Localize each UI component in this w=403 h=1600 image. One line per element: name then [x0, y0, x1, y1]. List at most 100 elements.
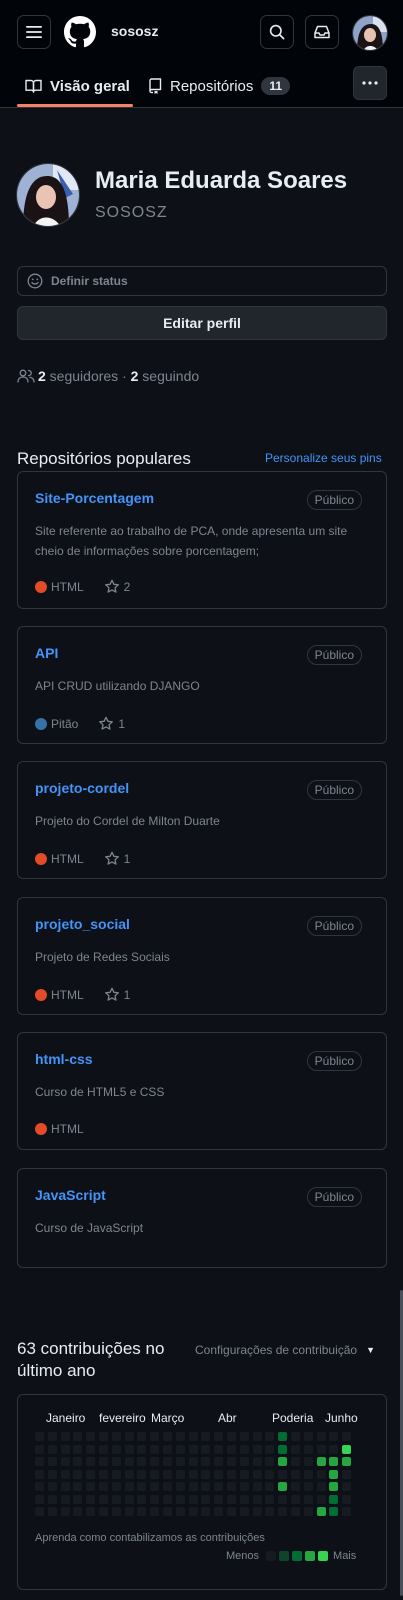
contribution-day-cell[interactable] — [163, 1482, 172, 1491]
contribution-day-cell[interactable] — [317, 1445, 326, 1454]
contribution-day-cell[interactable] — [291, 1457, 300, 1466]
contribution-day-cell[interactable] — [265, 1482, 274, 1491]
contribution-day-cell[interactable] — [176, 1482, 185, 1491]
contribution-day-cell[interactable] — [48, 1432, 57, 1441]
contribution-day-cell[interactable] — [48, 1507, 57, 1516]
contribution-day-cell[interactable] — [189, 1445, 198, 1454]
repo-name-link[interactable]: JavaScript — [35, 1187, 106, 1203]
contribution-day-cell[interactable] — [35, 1495, 44, 1504]
contribution-day-cell[interactable] — [201, 1432, 210, 1441]
contribution-day-cell[interactable] — [163, 1432, 172, 1441]
contribution-day-cell[interactable] — [253, 1507, 262, 1516]
contribution-day-cell[interactable] — [112, 1507, 121, 1516]
following-count[interactable]: 2 — [131, 368, 139, 384]
contribution-day-cell[interactable] — [201, 1495, 210, 1504]
contribution-day-cell[interactable] — [278, 1445, 287, 1454]
contribution-day-cell[interactable] — [125, 1495, 134, 1504]
contribution-day-cell[interactable] — [278, 1507, 287, 1516]
contribution-day-cell[interactable] — [189, 1470, 198, 1479]
contribution-day-cell[interactable] — [61, 1495, 70, 1504]
contribution-day-cell[interactable] — [304, 1445, 313, 1454]
contribution-day-cell[interactable] — [73, 1507, 82, 1516]
customize-pins-link[interactable]: Personalize seus pins — [265, 451, 382, 465]
contribution-day-cell[interactable] — [137, 1495, 146, 1504]
repo-name-link[interactable]: API — [35, 645, 58, 661]
inbox-button[interactable] — [305, 15, 339, 49]
contribution-day-cell[interactable] — [342, 1495, 351, 1504]
contribution-day-cell[interactable] — [227, 1482, 236, 1491]
contribution-day-cell[interactable] — [253, 1457, 262, 1466]
contribution-day-cell[interactable] — [150, 1470, 159, 1479]
profile-avatar[interactable] — [16, 163, 80, 227]
contribution-day-cell[interactable] — [61, 1482, 70, 1491]
contribution-day-cell[interactable] — [48, 1495, 57, 1504]
contribution-day-cell[interactable] — [99, 1457, 108, 1466]
contribution-day-cell[interactable] — [150, 1507, 159, 1516]
more-options-button[interactable] — [353, 66, 387, 100]
contribution-day-cell[interactable] — [304, 1470, 313, 1479]
contribution-day-cell[interactable] — [61, 1457, 70, 1466]
contribution-day-cell[interactable] — [342, 1482, 351, 1491]
contribution-day-cell[interactable] — [240, 1457, 249, 1466]
contribution-day-cell[interactable] — [329, 1457, 338, 1466]
contribution-day-cell[interactable] — [240, 1445, 249, 1454]
contribution-day-cell[interactable] — [73, 1432, 82, 1441]
tab-repositories[interactable]: Repositórios 11 — [148, 64, 291, 108]
contribution-day-cell[interactable] — [214, 1457, 223, 1466]
contribution-day-cell[interactable] — [329, 1482, 338, 1491]
contribution-day-cell[interactable] — [189, 1495, 198, 1504]
menu-button[interactable] — [17, 15, 51, 49]
contribution-day-cell[interactable] — [189, 1457, 198, 1466]
contribution-day-cell[interactable] — [86, 1507, 95, 1516]
contribution-day-cell[interactable] — [291, 1432, 300, 1441]
contribution-day-cell[interactable] — [317, 1432, 326, 1441]
contribution-day-cell[interactable] — [99, 1495, 108, 1504]
contribution-day-cell[interactable] — [342, 1445, 351, 1454]
contribution-day-cell[interactable] — [201, 1482, 210, 1491]
followers-label[interactable]: seguidores · — [46, 368, 131, 384]
contribution-day-cell[interactable] — [61, 1507, 70, 1516]
contribution-day-cell[interactable] — [214, 1432, 223, 1441]
set-status-button[interactable]: Definir status — [17, 266, 387, 296]
contribution-day-cell[interactable] — [329, 1432, 338, 1441]
contribution-day-cell[interactable] — [342, 1432, 351, 1441]
contribution-day-cell[interactable] — [317, 1457, 326, 1466]
contribution-day-cell[interactable] — [35, 1432, 44, 1441]
contribution-day-cell[interactable] — [163, 1457, 172, 1466]
contribution-day-cell[interactable] — [73, 1495, 82, 1504]
contribution-day-cell[interactable] — [125, 1470, 134, 1479]
contribution-day-cell[interactable] — [163, 1507, 172, 1516]
contribution-day-cell[interactable] — [137, 1507, 146, 1516]
contribution-day-cell[interactable] — [137, 1482, 146, 1491]
contribution-day-cell[interactable] — [125, 1432, 134, 1441]
contribution-day-cell[interactable] — [99, 1507, 108, 1516]
contribution-day-cell[interactable] — [342, 1457, 351, 1466]
user-avatar[interactable] — [352, 15, 388, 51]
contribution-day-cell[interactable] — [150, 1432, 159, 1441]
contribution-day-cell[interactable] — [265, 1470, 274, 1479]
repo-name-link[interactable]: Site-Porcentagem — [35, 490, 154, 506]
search-button[interactable] — [260, 15, 294, 49]
contribution-day-cell[interactable] — [253, 1470, 262, 1479]
contribution-day-cell[interactable] — [278, 1432, 287, 1441]
contribution-day-cell[interactable] — [227, 1445, 236, 1454]
contribution-day-cell[interactable] — [304, 1482, 313, 1491]
contribution-day-cell[interactable] — [304, 1495, 313, 1504]
contribution-day-cell[interactable] — [86, 1495, 95, 1504]
contribution-day-cell[interactable] — [240, 1432, 249, 1441]
contribution-day-cell[interactable] — [163, 1470, 172, 1479]
contribution-day-cell[interactable] — [73, 1445, 82, 1454]
contribution-day-cell[interactable] — [176, 1495, 185, 1504]
contribution-day-cell[interactable] — [125, 1445, 134, 1454]
contribution-day-cell[interactable] — [214, 1482, 223, 1491]
contribution-day-cell[interactable] — [99, 1482, 108, 1491]
contribution-day-cell[interactable] — [227, 1495, 236, 1504]
contribution-day-cell[interactable] — [86, 1432, 95, 1441]
contribution-day-cell[interactable] — [291, 1445, 300, 1454]
tab-overview[interactable]: Visão geral — [25, 64, 130, 108]
contribution-day-cell[interactable] — [189, 1507, 198, 1516]
contribution-settings-dropdown[interactable]: Configurações de contribuição ▼ — [195, 1343, 375, 1357]
contribution-day-cell[interactable] — [253, 1432, 262, 1441]
contribution-day-cell[interactable] — [317, 1495, 326, 1504]
contribution-day-cell[interactable] — [125, 1507, 134, 1516]
